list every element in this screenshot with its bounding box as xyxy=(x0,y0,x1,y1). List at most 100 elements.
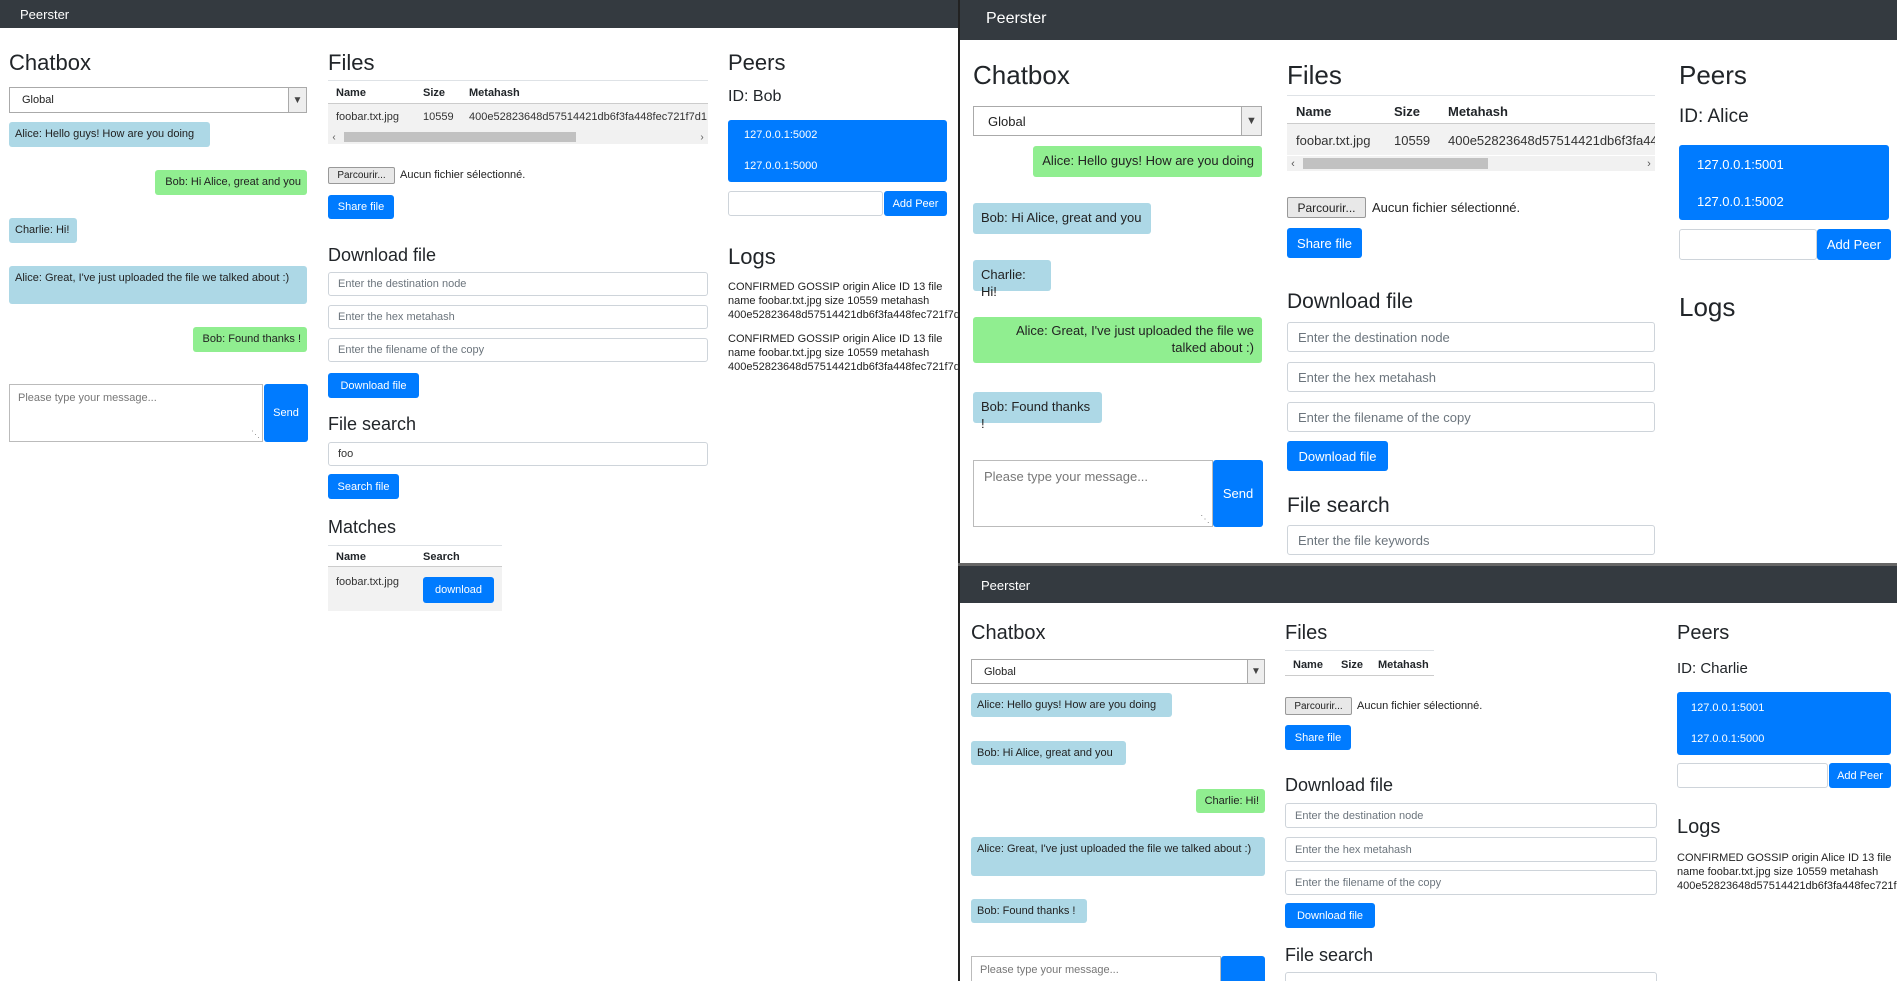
resize-grip-icon[interactable]: ⋱ xyxy=(251,429,260,440)
message-placeholder: Please type your message... xyxy=(984,469,1149,484)
chat-message-text: Bob: Hi Alice, great and you xyxy=(981,210,1142,225)
chat-channel-select[interactable]: Global ▼ xyxy=(973,106,1262,136)
destination-node-placeholder: Enter the destination node xyxy=(1298,329,1450,345)
destination-node-input[interactable]: Enter the destination node xyxy=(1285,803,1657,828)
send-button[interactable]: Send xyxy=(1213,460,1263,527)
peer-item[interactable]: 127.0.0.1:5001 xyxy=(1697,157,1784,172)
file-name-cell: foobar.txt.jpg xyxy=(336,111,399,123)
scrollbar-thumb[interactable] xyxy=(344,132,576,142)
metahash-input[interactable]: Enter the hex metahash xyxy=(1287,362,1655,392)
matches-col-search: Search xyxy=(423,551,460,563)
scroll-left-icon[interactable]: ‹ xyxy=(1287,156,1299,171)
share-file-button[interactable]: Share file xyxy=(1285,725,1351,750)
horizontal-scrollbar[interactable]: ‹ › xyxy=(328,130,708,144)
files-heading: Files xyxy=(328,50,375,75)
send-button[interactable] xyxy=(1221,956,1265,981)
download-file-button[interactable]: Download file xyxy=(1285,903,1375,928)
chat-message: Charlie: Hi! xyxy=(9,218,77,243)
file-size-cell: 10559 xyxy=(1394,133,1431,148)
chat-message: Charlie: Hi! xyxy=(973,260,1051,299)
chat-message-text: Charlie: Hi! xyxy=(15,224,70,236)
file-metahash-cell: 400e52823648d57514421db6f3fa448fec721f7d… xyxy=(469,111,707,123)
add-peer-input[interactable] xyxy=(1679,229,1817,260)
file-search-value: foo xyxy=(338,448,354,460)
message-textarea[interactable]: Please type your message... ⋱ xyxy=(973,460,1213,527)
chevron-down-icon[interactable]: ▼ xyxy=(1241,107,1261,135)
log-line: name foobar.txt.jpg size 10559 metahash xyxy=(1677,865,1879,878)
add-peer-button[interactable]: Add Peer xyxy=(1829,763,1891,788)
chat-channel-select[interactable]: Global ▼ xyxy=(971,659,1265,684)
peer-item[interactable]: 127.0.0.1:5002 xyxy=(744,129,817,141)
destination-node-input[interactable]: Enter the destination node xyxy=(328,272,708,296)
metahash-placeholder: Enter the hex metahash xyxy=(1298,369,1437,385)
files-col-name: Name xyxy=(1293,659,1323,671)
metahash-input[interactable]: Enter the hex metahash xyxy=(328,305,708,329)
share-file-button[interactable]: Share file xyxy=(328,195,394,219)
chat-message-text: Alice: Great, I've just uploaded the fil… xyxy=(1015,323,1254,355)
peer-item[interactable]: 127.0.0.1:5000 xyxy=(744,160,817,172)
files-heading: Files xyxy=(1285,622,1328,644)
filename-input[interactable]: Enter the filename of the copy xyxy=(1287,402,1655,432)
destination-node-input[interactable]: Enter the destination node xyxy=(1287,322,1655,352)
add-peer-button[interactable]: Add Peer xyxy=(884,191,947,216)
log-entry: CONFIRMED GOSSIP origin Alice ID 13 file… xyxy=(1677,852,1897,893)
peer-item[interactable]: 127.0.0.1:5002 xyxy=(1697,194,1784,209)
file-search-input[interactable]: Enter the file keywords xyxy=(1287,525,1655,555)
file-search-placeholder: Enter the file keywords xyxy=(1298,532,1430,548)
chat-channel-select[interactable]: Global ▼ xyxy=(9,87,307,113)
log-line: 400e52823648d57514421db6f3fa448fec721f7d… xyxy=(728,308,958,321)
message-textarea[interactable]: Please type your message... ⋱ xyxy=(9,384,263,442)
send-button[interactable]: Send xyxy=(264,384,308,442)
chevron-down-icon[interactable]: ▼ xyxy=(1247,660,1264,683)
logs-heading: Logs xyxy=(1677,816,1721,838)
filename-placeholder: Enter the filename of the copy xyxy=(338,344,485,356)
metahash-placeholder: Enter the hex metahash xyxy=(1295,843,1412,856)
download-heading: Download file xyxy=(1287,290,1414,313)
chat-message: Alice: Hello guys! How are you doing xyxy=(971,693,1172,717)
file-search-input[interactable]: foo xyxy=(328,442,708,466)
match-download-button[interactable]: download xyxy=(423,577,494,603)
window-alice: Peerster Chatbox Global ▼ Alice: Hello g… xyxy=(958,0,1897,565)
chat-message: Charlie: Hi! xyxy=(1196,789,1265,813)
horizontal-scrollbar[interactable]: ‹ › xyxy=(1287,156,1655,171)
add-peer-button[interactable]: Add Peer xyxy=(1817,229,1891,260)
filename-input[interactable]: Enter the filename of the copy xyxy=(1285,870,1657,895)
file-metahash-cell: 400e52823648d57514421db6f3fa448fec721f7d… xyxy=(1448,133,1655,148)
log-entry: CONFIRMED GOSSIP origin Alice ID 13 file… xyxy=(728,281,958,322)
peer-item[interactable]: 127.0.0.1:5001 xyxy=(1691,702,1764,714)
browse-button[interactable]: Parcourir... xyxy=(1287,197,1366,218)
peer-id-label: ID: Bob xyxy=(728,88,782,105)
filename-input[interactable]: Enter the filename of the copy xyxy=(328,338,708,362)
scroll-left-icon[interactable]: ‹ xyxy=(328,130,340,144)
browse-button[interactable]: Parcourir... xyxy=(1285,697,1352,715)
metahash-input[interactable]: Enter the hex metahash xyxy=(1285,837,1657,862)
scroll-right-icon[interactable]: › xyxy=(1643,156,1655,171)
window-bob: Peerster Chatbox Global ▼ Alice: Hello g… xyxy=(0,0,958,981)
download-file-button[interactable]: Download file xyxy=(328,373,419,398)
navbar: Peerster xyxy=(960,0,1897,40)
browse-button[interactable]: Parcourir... xyxy=(328,167,395,184)
search-file-button[interactable]: Search file xyxy=(328,474,399,499)
divider xyxy=(1287,95,1655,96)
peer-item[interactable]: 127.0.0.1:5000 xyxy=(1691,733,1764,745)
chevron-down-icon[interactable]: ▼ xyxy=(288,88,306,112)
matches-col-name: Name xyxy=(336,551,366,563)
chat-channel-value: Global xyxy=(22,94,54,106)
no-file-text: Aucun fichier sélectionné. xyxy=(1372,200,1521,215)
files-col-name: Name xyxy=(1296,104,1332,119)
chatbox-heading: Chatbox xyxy=(973,60,1070,90)
message-textarea[interactable]: Please type your message... xyxy=(971,956,1221,981)
divider xyxy=(1285,675,1434,676)
share-file-button[interactable]: Share file xyxy=(1287,228,1362,258)
scrollbar-thumb[interactable] xyxy=(1303,158,1488,169)
resize-grip-icon[interactable]: ⋱ xyxy=(1200,514,1210,525)
add-peer-input[interactable] xyxy=(1677,763,1828,788)
scroll-right-icon[interactable]: › xyxy=(696,130,708,144)
metahash-placeholder: Enter the hex metahash xyxy=(338,311,455,323)
files-col-metahash: Metahash xyxy=(469,87,520,99)
divider xyxy=(1285,650,1434,651)
download-file-button[interactable]: Download file xyxy=(1287,441,1388,471)
add-peer-input[interactable] xyxy=(728,191,883,216)
file-name-cell: foobar.txt.jpg xyxy=(1296,133,1371,148)
file-search-input[interactable] xyxy=(1285,972,1657,981)
